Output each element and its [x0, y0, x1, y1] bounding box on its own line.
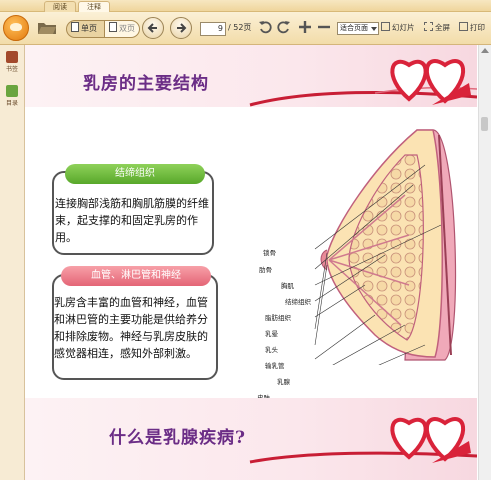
card-title-tag: 结缔组织	[65, 164, 205, 184]
card-text: 乳房含丰富的血管和神经，血管和淋巴管的主要功能是供给养分和排除废物。神经与乳房皮…	[54, 296, 208, 360]
slideshow-button[interactable]: 幻灯片	[381, 22, 415, 34]
bookmark-button[interactable]: 书签	[3, 51, 21, 73]
document-page: 乳房的主要结构 结缔组织 连接胸部浅筋和胸肌筋膜的纤维束，起支撑的和固定乳房的作…	[25, 45, 477, 480]
section-banner	[25, 398, 477, 480]
vertical-scrollbar[interactable]	[478, 45, 491, 480]
open-folder-icon[interactable]	[37, 20, 57, 35]
toc-icon	[6, 85, 18, 97]
diagram-label: 输乳管	[265, 362, 285, 370]
diagram-label: 锁骨	[263, 249, 276, 257]
diagram-label: 胸肌	[281, 282, 294, 290]
diagram-label: 乳腺	[277, 378, 290, 386]
fullscreen-icon	[424, 22, 433, 31]
next-page-button[interactable]	[170, 17, 192, 39]
card-text: 连接胸部浅筋和胸肌筋膜的纤维束，起支撑的和固定乳房的作用。	[55, 197, 209, 244]
rotate-right-icon[interactable]	[277, 20, 291, 34]
single-page-icon	[71, 22, 79, 32]
printer-icon	[459, 22, 468, 31]
breast-anatomy-diagram	[314, 129, 457, 365]
toolbar: 单页 双页 9 / 52页 适合页面 幻灯片 全屏 打印	[0, 12, 491, 45]
double-page-button[interactable]: 双页	[104, 20, 140, 38]
double-page-icon	[109, 22, 117, 32]
diagram-label: 乳头	[265, 346, 278, 354]
diagram-label: 脂肪组织	[265, 314, 291, 322]
toc-button[interactable]: 目录	[3, 85, 21, 107]
bookmark-icon	[6, 51, 18, 63]
diagram-label: 结缔组织	[285, 298, 311, 306]
prev-page-button[interactable]	[142, 17, 164, 39]
tab-read[interactable]: 阅读	[44, 1, 76, 12]
scroll-up-icon[interactable]	[481, 48, 489, 53]
zoom-select[interactable]: 适合页面	[337, 22, 379, 35]
section-title: 什么是乳腺疾病?	[109, 428, 246, 448]
page-total: / 52页	[228, 23, 252, 32]
chevron-down-icon	[371, 27, 377, 31]
rotate-left-icon[interactable]	[258, 20, 272, 34]
tab-annotate[interactable]: 注释	[78, 1, 110, 12]
arrow-left-icon	[147, 23, 157, 33]
card-title-tag: 血管、淋巴管和神经	[61, 266, 211, 286]
slideshow-icon	[381, 22, 390, 31]
hearts-icon	[390, 59, 471, 105]
print-button[interactable]: 打印	[459, 22, 485, 34]
fullscreen-button[interactable]: 全屏	[424, 22, 450, 34]
scroll-thumb[interactable]	[481, 117, 488, 131]
arrow-right-icon	[177, 23, 187, 33]
diagram-label: 乳晕	[265, 330, 278, 338]
side-panel: 书签 目录	[0, 45, 25, 480]
zoom-out-icon[interactable]	[317, 20, 331, 34]
hearts-icon	[390, 417, 471, 463]
page-number-input[interactable]: 9	[200, 22, 226, 36]
single-page-button[interactable]: 单页	[66, 20, 106, 38]
section-title: 乳房的主要结构	[83, 74, 209, 94]
diagram-label: 肋骨	[259, 266, 272, 274]
tab-bar: 阅读 注释	[0, 0, 491, 12]
zoom-in-icon[interactable]	[298, 20, 312, 34]
reader-app: 阅读 注释 单页 双页 9 / 52页 适合页面 幻灯片 全屏 打印 书签 目录…	[0, 0, 491, 480]
app-logo-icon[interactable]	[3, 15, 29, 41]
